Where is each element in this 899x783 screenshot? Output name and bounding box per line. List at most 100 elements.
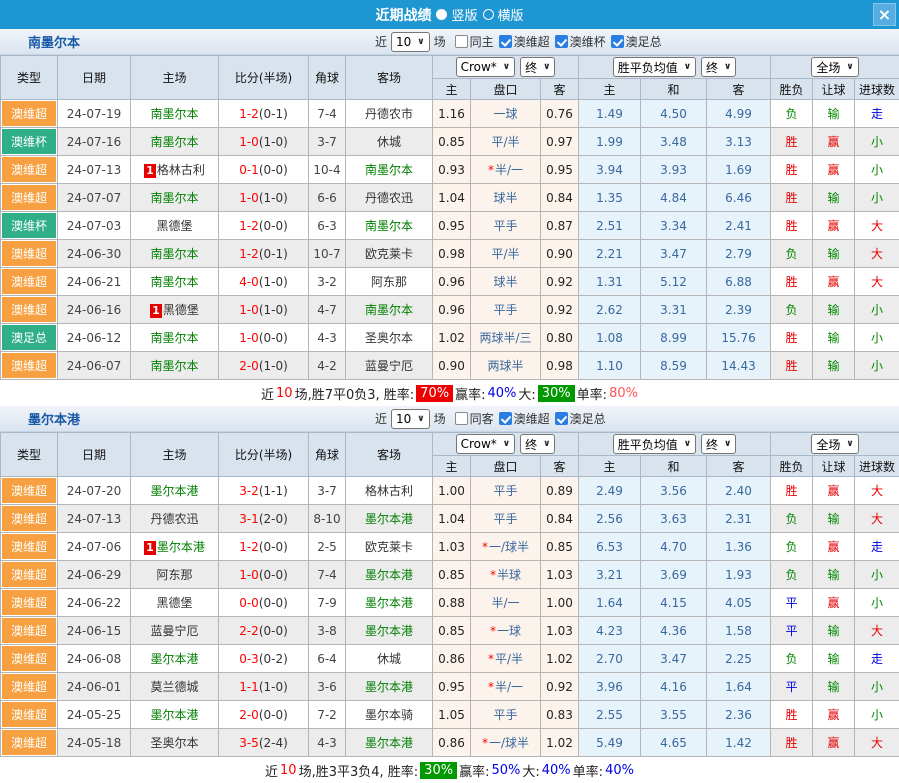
section-south-melbourne: 南墨尔本 近 10 ∨ 场 同主澳维超澳维杯澳足总 类型 日期 主场 比分(半场… <box>0 29 899 406</box>
bookmaker-select[interactable]: Crow* ∨ <box>456 434 516 454</box>
filter-checkbox-澳维杯[interactable]: 澳维杯 <box>555 33 606 50</box>
score-cell: 1-2(0-1) <box>219 100 309 128</box>
avg-draw-cell: 8.59 <box>641 352 707 380</box>
filter-checkbox-澳维超[interactable]: 澳维超 <box>499 410 550 427</box>
handicap-value: 平/半 <box>491 247 519 261</box>
handicap-away-odds-cell: 1.00 <box>541 589 579 617</box>
goals-result-cell: 大 <box>855 212 899 240</box>
summary-segment: 80% <box>609 386 638 401</box>
section-title: 南墨尔本 <box>28 32 80 51</box>
checkbox-checked-icon[interactable] <box>499 35 512 48</box>
corner-cell: 4-3 <box>309 729 346 757</box>
goals-result-cell: 小 <box>855 296 899 324</box>
filter-checkbox-澳维超[interactable]: 澳维超 <box>499 33 550 50</box>
col-avg-home: 主 <box>579 79 641 100</box>
dialog-titlebar: 近期战绩 竖版 横版 × <box>0 0 899 29</box>
match-row: 澳维超24-07-07南墨尔本1-0(1-0)6-6丹德农迅1.04球半0.84… <box>1 184 899 212</box>
col-avg-away: 客 <box>707 456 771 477</box>
goals-result-cell: 大 <box>855 268 899 296</box>
avg-final-select[interactable]: 终 ∨ <box>701 57 736 77</box>
handicap-away-odds-cell: 0.92 <box>541 673 579 701</box>
handicap-home-odds-cell: 1.02 <box>433 324 471 352</box>
checkbox-unchecked-icon[interactable] <box>455 412 468 425</box>
score-cell: 4-0(1-0) <box>219 268 309 296</box>
home-team-cell: 黑德堡 <box>131 212 219 240</box>
radio-unselected-icon[interactable] <box>483 9 494 20</box>
filter-checkbox-同主[interactable]: 同主 <box>455 33 494 50</box>
chevron-down-icon: ∨ <box>724 62 731 72</box>
home-team-name: 莫兰德城 <box>150 680 198 694</box>
section-bar: 墨尔本港 近 10 ∨ 场 同客澳维超澳足总 <box>0 406 899 432</box>
chevron-down-icon: ∨ <box>503 439 510 449</box>
handicap-result-cell: 赢 <box>813 533 855 561</box>
halftime-score: (0-0) <box>259 331 288 345</box>
date-cell: 24-07-13 <box>58 156 131 184</box>
filter-checkbox-澳足总[interactable]: 澳足总 <box>611 33 662 50</box>
radio-vertical-label[interactable]: 竖版 <box>451 5 477 24</box>
radio-horizontal-label[interactable]: 横版 <box>498 5 524 24</box>
date-cell: 24-07-19 <box>58 100 131 128</box>
avg-select[interactable]: 胜平负均值 ∨ <box>613 57 696 77</box>
avg-away-cell: 6.88 <box>707 268 771 296</box>
avg-home-cell: 1.35 <box>579 184 641 212</box>
col-result: 胜负 <box>771 79 813 100</box>
league-type-cell: 澳维超 <box>1 352 58 380</box>
col-goals: 进球数 <box>855 79 899 100</box>
home-team-cell: 1黑德堡 <box>131 296 219 324</box>
match-row: 澳维超24-06-08墨尔本港0-3(0-2)6-4休城0.86*平/半1.02… <box>1 645 899 673</box>
avg-away-cell: 2.40 <box>707 477 771 505</box>
avg-away-cell: 2.79 <box>707 240 771 268</box>
red-card-badge: 1 <box>150 304 162 318</box>
section-melbourne-port: 墨尔本港 近 10 ∨ 场 同客澳维超澳足总 类型 日期 主场 比分(半场) 角… <box>0 406 899 783</box>
odds-final-select[interactable]: 终 ∨ <box>520 434 555 454</box>
goals-result-cell: 小 <box>855 589 899 617</box>
fulltime-score: 1-0 <box>239 568 259 582</box>
red-card-badge: 1 <box>144 164 156 178</box>
checkbox-checked-icon[interactable] <box>555 412 568 425</box>
filter-checkbox-同客[interactable]: 同客 <box>455 410 494 427</box>
handicap-cell: *一/球半 <box>471 729 541 757</box>
result-cell: 负 <box>771 645 813 673</box>
odds-final-select[interactable]: 终 ∨ <box>520 57 555 77</box>
radio-selected-icon[interactable] <box>436 9 447 20</box>
checkbox-checked-icon[interactable] <box>499 412 512 425</box>
recent-count-select[interactable]: 10 ∨ <box>391 32 430 52</box>
checkbox-unchecked-icon[interactable] <box>455 35 468 48</box>
handicap-cell: *一/球半 <box>471 533 541 561</box>
avg-select[interactable]: 胜平负均值 ∨ <box>613 434 696 454</box>
home-team-name: 南墨尔本 <box>150 359 198 373</box>
checkbox-checked-icon[interactable] <box>555 35 568 48</box>
bookmaker-select[interactable]: Crow* ∨ <box>456 57 516 77</box>
col-away: 客场 <box>346 56 433 100</box>
score-cell: 0-1(0-0) <box>219 156 309 184</box>
col-date: 日期 <box>58 433 131 477</box>
layout-option-vertical[interactable]: 竖版 <box>436 5 477 24</box>
match-row: 澳维超24-06-30南墨尔本1-2(0-1)10-7欧克莱卡0.98平/半0.… <box>1 240 899 268</box>
scope-select[interactable]: 全场 ∨ <box>811 434 858 454</box>
home-team-name: 墨尔本港 <box>150 484 198 498</box>
summary-segment: 40% <box>487 386 516 401</box>
league-type-badge: 澳维超 <box>2 590 56 615</box>
league-type-badge: 澳维超 <box>2 478 56 503</box>
checkbox-checked-icon[interactable] <box>611 35 624 48</box>
filter-checkbox-label: 澳维超 <box>514 410 550 427</box>
match-row: 澳足总24-06-12南墨尔本1-0(0-0)4-3圣奥尔本1.02两球半/三0… <box>1 324 899 352</box>
league-type-badge: 澳维超 <box>2 534 56 559</box>
league-type-cell: 澳维超 <box>1 645 58 673</box>
date-cell: 24-06-29 <box>58 561 131 589</box>
scope-select[interactable]: 全场 ∨ <box>811 57 858 77</box>
filter-checkbox-澳足总[interactable]: 澳足总 <box>555 410 606 427</box>
league-type-cell: 澳维超 <box>1 268 58 296</box>
red-card-badge: 1 <box>144 541 156 555</box>
date-cell: 24-07-03 <box>58 212 131 240</box>
result-cell: 胜 <box>771 184 813 212</box>
match-row: 澳维杯24-07-16南墨尔本1-0(1-0)3-7休城0.85平/半0.971… <box>1 128 899 156</box>
close-button[interactable]: × <box>873 3 896 26</box>
home-team-cell: 南墨尔本 <box>131 128 219 156</box>
layout-option-horizontal[interactable]: 横版 <box>483 5 524 24</box>
score-cell: 2-0(1-0) <box>219 352 309 380</box>
avg-final-select[interactable]: 终 ∨ <box>701 434 736 454</box>
score-cell: 1-2(0-0) <box>219 212 309 240</box>
avg-draw-cell: 3.55 <box>641 701 707 729</box>
recent-count-select[interactable]: 10 ∨ <box>391 409 430 429</box>
